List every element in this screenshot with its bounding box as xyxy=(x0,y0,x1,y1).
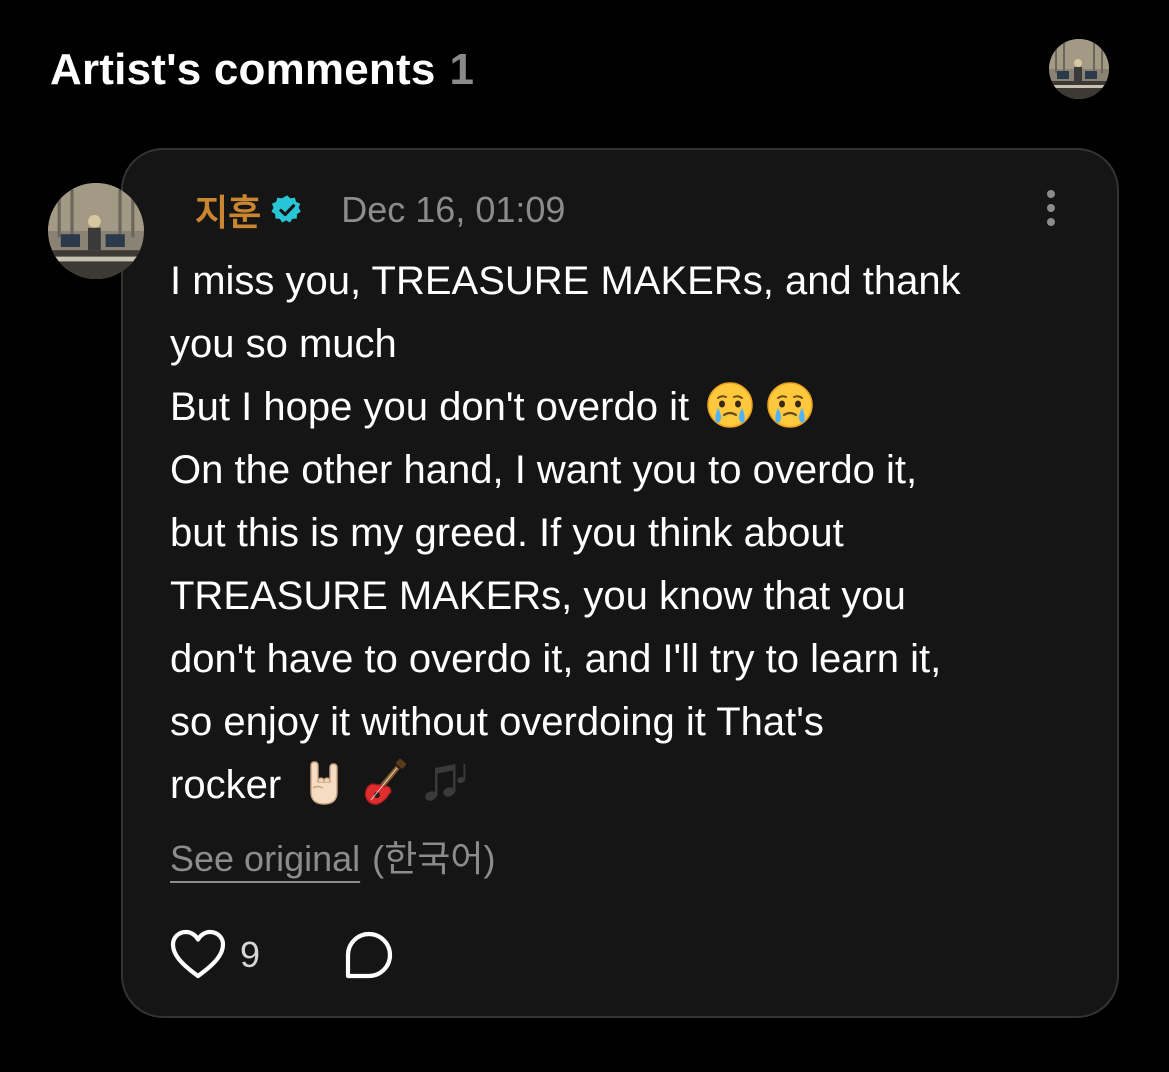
more-vertical-icon xyxy=(1047,190,1055,226)
comment-line: don't have to overdo it, and I'll try to… xyxy=(170,637,942,681)
heart-icon xyxy=(170,929,226,979)
avatar-image xyxy=(1049,39,1109,99)
like-button[interactable] xyxy=(170,929,226,981)
profile-avatar[interactable] xyxy=(1049,39,1109,99)
comment-line: rocker xyxy=(170,754,1100,817)
verified-badge-icon xyxy=(271,194,303,226)
comment-line: you so much xyxy=(170,322,397,366)
comment-card: 지훈 Dec 16, 01:09 I miss you, TREASURE MA… xyxy=(121,148,1119,1018)
comment-line: but this is my greed. If you think about xyxy=(170,511,844,555)
comment-body: I miss you, TREASURE MAKERs, and thank y… xyxy=(170,250,1100,817)
reply-button[interactable] xyxy=(344,930,394,980)
comment-count: 1 xyxy=(449,45,475,94)
comment-meta: 지훈 Dec 16, 01:09 xyxy=(195,188,566,233)
more-options-button[interactable] xyxy=(1033,186,1069,230)
comment-line: On the other hand, I want you to overdo … xyxy=(170,448,918,492)
speech-bubble-icon xyxy=(345,931,393,979)
musical-notes-icon xyxy=(419,758,469,808)
comment-line: TREASURE MAKERs, you know that you xyxy=(170,574,906,618)
author-avatar-image xyxy=(48,183,144,279)
comment-timestamp: Dec 16, 01:09 xyxy=(341,189,566,230)
comment-line: so enjoy it without overdoing it That's xyxy=(170,700,824,744)
translation-row: See original (한국어) xyxy=(170,830,495,882)
sign-of-the-horns-icon xyxy=(299,758,349,808)
comment-actions: 9 xyxy=(170,928,394,982)
section-title: Artist's comments xyxy=(50,45,436,94)
original-language-label: (한국어) xyxy=(372,838,496,879)
see-original-link[interactable]: See original xyxy=(170,838,360,880)
comment-line: But I hope you don't overdo it xyxy=(170,376,1100,439)
guitar-icon xyxy=(359,758,409,808)
like-count: 9 xyxy=(240,934,261,975)
author-name[interactable]: 지훈 xyxy=(195,184,261,236)
comment-line: I miss you, TREASURE MAKERs, and thank xyxy=(170,259,961,303)
section-header: Artist's comments 1 xyxy=(50,40,474,100)
face-holding-back-tears-icon xyxy=(705,380,755,430)
face-holding-back-tears-icon xyxy=(765,380,815,430)
author-avatar[interactable] xyxy=(48,183,144,279)
